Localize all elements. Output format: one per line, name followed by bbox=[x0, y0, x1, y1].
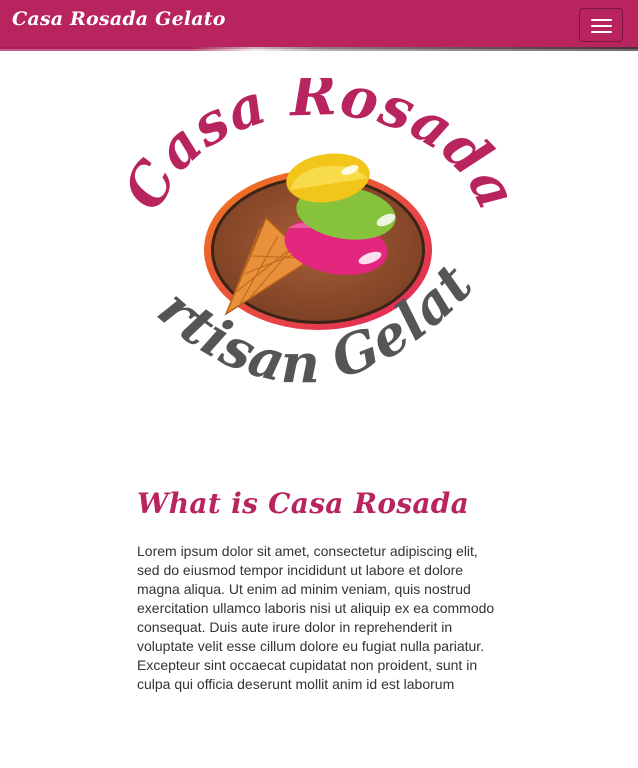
section-paragraph: Lorem ipsum dolor sit amet, consectetur … bbox=[137, 543, 495, 692]
navbar: Casa Rosada Gelato bbox=[0, 0, 638, 49]
navbar-toggle-button[interactable] bbox=[579, 8, 623, 42]
brand-link[interactable]: Casa Rosada Gelato bbox=[12, 8, 226, 30]
logo: Casa Rosada Artisan Gelato bbox=[128, 78, 508, 418]
section-title: What is Casa Rosada bbox=[137, 487, 470, 520]
navbar-shine bbox=[0, 47, 638, 51]
